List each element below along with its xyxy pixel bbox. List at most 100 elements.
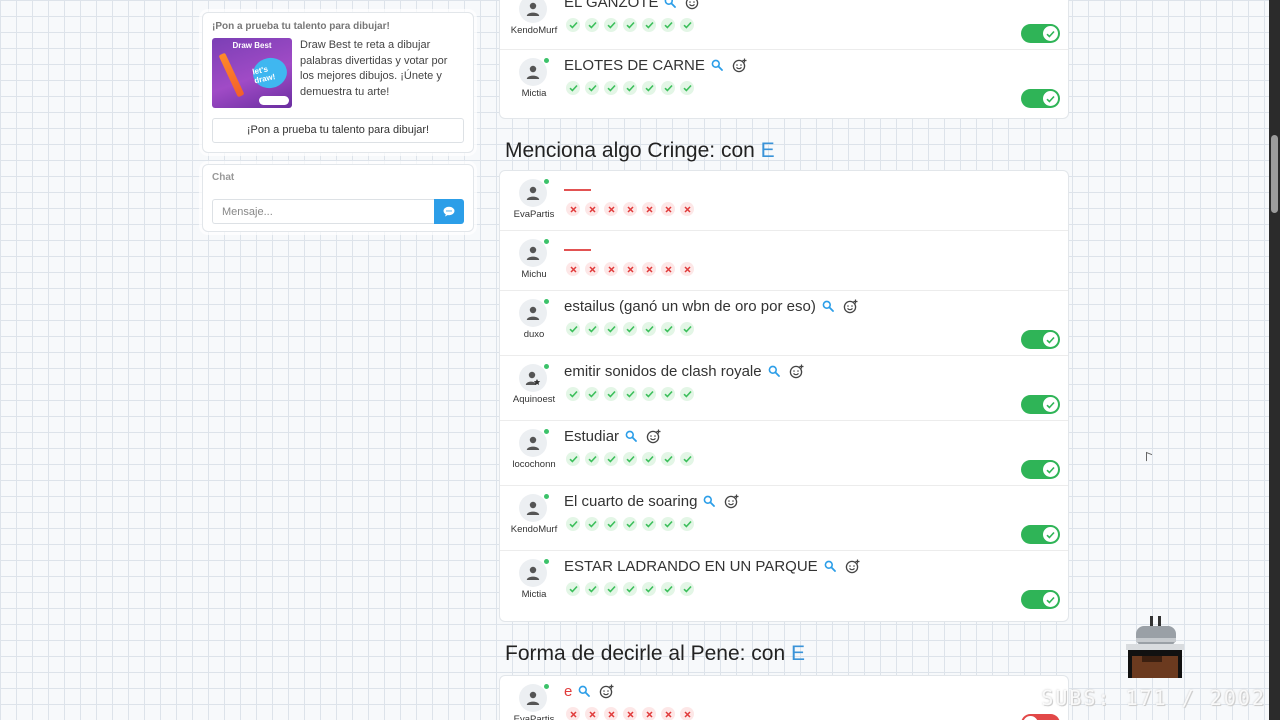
promo-image-bubble: let's draw! [250,54,290,92]
search-icon[interactable] [625,430,637,442]
validity-toggle[interactable] [1021,590,1060,609]
answer-row: KendoMurf El cuarto de soaring [500,486,1068,551]
validity-toggle[interactable] [1021,395,1060,414]
username[interactable]: locochonn [502,459,566,470]
vote-list [566,262,694,276]
answer-text: EL GANZOTE [564,0,700,12]
vote-check-icon [585,452,599,466]
add-reaction-icon[interactable] [724,494,739,509]
username[interactable]: EvaPartis [502,209,566,220]
toggle-knob [1043,26,1058,41]
online-status-dot [544,58,549,63]
vote-check-icon [680,582,694,596]
chat-send-button[interactable] [434,199,464,224]
vote-list [566,81,694,95]
user-avatar[interactable] [519,58,547,86]
vote-check-icon [604,387,618,401]
answers-card: EvaPartis e [499,675,1069,720]
add-reaction-icon[interactable] [845,559,860,574]
username[interactable]: duxo [502,329,566,340]
username[interactable]: EvaPartis [502,714,566,720]
vote-check-icon [661,322,675,336]
user-avatar[interactable] [519,299,547,327]
online-status-dot [544,239,549,244]
answer-text: El cuarto de soaring [564,491,739,511]
search-icon[interactable] [824,560,836,572]
promo-image[interactable]: Draw Best let's draw! [212,38,292,108]
empty-answer-line [564,189,591,191]
username[interactable]: KendoMurf [502,25,566,36]
vote-check-icon [642,322,656,336]
brand-badge [259,96,289,105]
user-avatar[interactable] [519,429,547,457]
search-icon[interactable] [703,495,716,507]
validity-toggle[interactable] [1021,460,1060,479]
username[interactable]: Aquinoest [502,394,566,405]
vote-check-icon [623,517,637,531]
add-reaction-icon[interactable] [685,0,700,10]
username[interactable]: Michu [502,269,566,280]
vote-check-icon [680,81,694,95]
vote-check-icon [623,387,637,401]
answer-text: ELOTES DE CARNE [564,55,747,75]
vote-cross-icon [642,707,656,720]
validity-toggle[interactable] [1021,89,1060,108]
online-status-dot [544,299,549,304]
vote-check-icon [642,387,656,401]
username[interactable]: Mictia [502,589,566,600]
user-avatar[interactable] [519,0,547,23]
add-reaction-icon[interactable] [732,58,747,73]
vote-check-icon [566,582,580,596]
validity-toggle[interactable] [1021,330,1060,349]
user-avatar[interactable] [519,179,547,207]
scrollbar-thumb[interactable] [1271,135,1278,213]
user-avatar[interactable] [519,559,547,587]
vote-check-icon [566,322,580,336]
user-icon [526,65,540,79]
user-avatar[interactable] [519,494,547,522]
user-avatar[interactable] [519,239,547,267]
toggle-knob [1043,527,1058,542]
add-reaction-icon[interactable] [646,429,661,444]
answer-row: locochonn Estudiar [500,421,1068,486]
user-avatar[interactable] [519,364,547,392]
answer-row: Mictia ELOTES DE CARNE [500,50,1068,115]
pixel-mascot-icon [1126,616,1184,678]
vote-check-icon [680,322,694,336]
validity-toggle[interactable] [1021,24,1060,43]
add-reaction-icon[interactable] [599,684,614,699]
vote-check-icon [680,18,694,32]
vote-cross-icon [566,202,580,216]
vote-check-icon [604,582,618,596]
add-reaction-icon[interactable] [789,364,804,379]
user-avatar[interactable] [519,684,547,712]
vote-check-icon [623,452,637,466]
category-title: Forma de decirle al Pene: con [505,642,786,665]
add-reaction-icon[interactable] [843,299,858,314]
vote-check-icon [566,517,580,531]
answer-label: e [564,682,573,700]
promo-button[interactable]: ¡Pon a prueba tu talento para dibujar! [212,118,464,143]
search-icon[interactable] [711,59,723,71]
answer-label: Estudiar [564,427,620,445]
subs-counter: SUBS: 171 / 2002 [1041,686,1266,710]
username[interactable]: KendoMurf [502,524,566,535]
username[interactable]: Mictia [502,88,566,99]
answer-text: estailus (ganó un wbn de oro por eso) [564,296,858,316]
category-heading: Forma de decirle al Pene: con E [505,642,805,666]
validity-toggle[interactable] [1021,714,1060,720]
search-icon[interactable] [578,685,591,697]
user-icon [526,246,540,260]
search-icon[interactable] [822,300,834,312]
search-icon[interactable] [664,0,677,8]
search-icon[interactable] [768,365,780,377]
scrollbar[interactable] [1269,0,1280,720]
answer-text: emitir sonidos de clash royale [564,361,804,381]
vote-check-icon [680,517,694,531]
answer-label: emitir sonidos de clash royale [564,362,762,380]
toggle-knob [1043,592,1058,607]
validity-toggle[interactable] [1021,525,1060,544]
answer-row: KendoMurf EL GANZOTE [500,0,1068,50]
chat-message-input[interactable] [212,199,435,224]
vote-cross-icon [566,262,580,276]
